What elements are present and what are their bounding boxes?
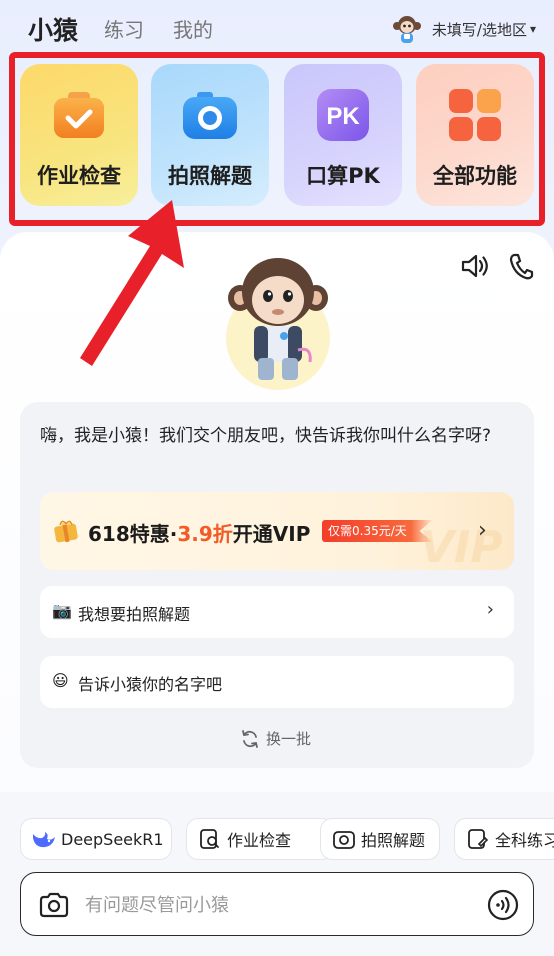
suggestion-tell-name[interactable]: 😃 告诉小猿你的名字吧: [40, 656, 514, 708]
vip-promo-banner[interactable]: VIP 618特惠·3.9折开通VIP 仅需0.35元/天 ›: [40, 492, 514, 570]
chip-label: DeepSeekR1: [61, 829, 164, 849]
speaker-icon[interactable]: [460, 252, 490, 280]
smile-emoji-icon: 😃: [52, 671, 69, 690]
chip-label: 全科练习: [495, 831, 554, 850]
chevron-right-icon: ›: [486, 599, 494, 620]
tab-mine[interactable]: 我的: [173, 14, 213, 43]
refresh-icon: [242, 729, 258, 748]
camera-outline-icon: [333, 831, 355, 849]
deepseek-whale-icon: [33, 832, 55, 848]
caret-down-icon: ▾: [529, 22, 536, 36]
vip-discount: 3.9折: [177, 522, 233, 546]
chat-card: [20, 402, 534, 768]
chip-homework-check[interactable]: 作业检查: [186, 818, 334, 860]
ask-input[interactable]: [85, 889, 475, 921]
chip-label: 作业检查: [227, 831, 292, 850]
phone-icon[interactable]: [508, 252, 534, 280]
red-arrow-annotation: [80, 200, 184, 366]
greeting-message: 嗨，我是小猿！我们交个朋友吧，快告诉我你叫什么名字呀?: [40, 426, 492, 446]
vip-promo-text: 618特惠·3.9折开通VIP: [88, 522, 311, 546]
suggestion-photo-solve[interactable]: 📷 我想要拍照解题 ›: [40, 586, 514, 638]
ask-input-bar: [20, 872, 534, 936]
gift-icon: [54, 520, 78, 543]
refresh-button[interactable]: 换一批: [240, 728, 311, 749]
voice-input-icon[interactable]: [487, 889, 519, 921]
chevron-right-icon: ›: [478, 518, 487, 543]
vip-watermark: VIP: [420, 522, 503, 570]
suggestion-text: 告诉小猿你的名字吧: [78, 675, 223, 694]
monkey-avatar-icon: [392, 16, 421, 43]
suggestion-text: 我想要拍照解题: [78, 605, 191, 624]
homework-search-icon: [200, 829, 219, 849]
top-nav: 小猿 练习 我的 未填写/选地区 ▾: [0, 0, 554, 56]
chip-photo-solve[interactable]: 拍照解题: [320, 818, 440, 860]
chip-deepseek[interactable]: DeepSeekR1: [20, 818, 172, 860]
tab-practice[interactable]: 练习: [104, 14, 144, 43]
chip-all-subjects[interactable]: 全科练习: [454, 818, 554, 860]
vip-price-badge: 仅需0.35元/天: [322, 520, 433, 542]
practice-book-icon: [468, 829, 489, 849]
refresh-label: 换一批: [266, 730, 312, 748]
chip-label: 拍照解题: [361, 831, 426, 850]
tab-xiaoyuan[interactable]: 小猿: [28, 11, 78, 47]
monkey-mascot: [226, 258, 330, 390]
camera-emoji-icon: 📷: [52, 601, 72, 620]
region-label: 未填写/选地区: [431, 20, 527, 39]
camera-input-icon[interactable]: [39, 891, 69, 919]
region-selector[interactable]: 未填写/选地区 ▾: [392, 14, 536, 44]
